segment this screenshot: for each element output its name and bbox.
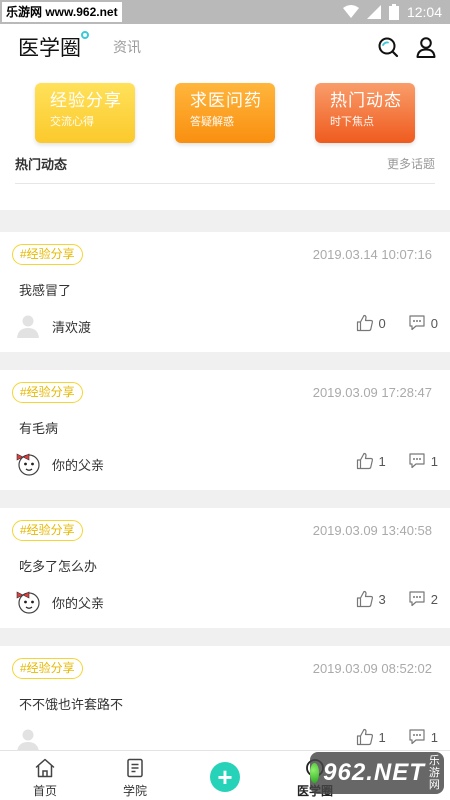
title-dot-icon	[81, 31, 89, 39]
signal-icon	[366, 5, 381, 19]
post-content: 我感冒了	[19, 283, 72, 298]
post-tag[interactable]: #经验分享	[12, 658, 83, 679]
status-bar: 乐游网 www.962.net 12:04	[0, 0, 450, 24]
comment-count: 1	[430, 729, 438, 745]
tab-news[interactable]: 资讯	[113, 37, 141, 57]
card-subtitle: 时下焦点	[330, 116, 374, 128]
post-stats: 1 1	[356, 452, 438, 470]
comment-icon[interactable]	[408, 452, 426, 470]
category-card-medical[interactable]: 求医问药 答疑解惑	[175, 83, 275, 143]
like-count: 0	[378, 315, 386, 331]
post-content: 有毛病	[19, 421, 59, 436]
comment-count: 2	[430, 591, 438, 607]
post-time: 2019.03.09 13:40:58	[312, 523, 432, 538]
cartoon-avatar-icon[interactable]	[15, 588, 41, 614]
post-tag[interactable]: #经验分享	[12, 244, 83, 265]
post-tag[interactable]: #经验分享	[12, 520, 83, 541]
comment-count: 1	[430, 453, 438, 469]
status-icons: 12:04	[342, 4, 442, 20]
nav-post-button[interactable]: +	[180, 751, 270, 800]
category-card-experience[interactable]: 经验分享 交流心得	[35, 83, 135, 143]
nav-home-label: 首页	[32, 784, 57, 798]
card-subtitle: 答疑解惑	[190, 116, 234, 128]
post-author[interactable]: 你的父亲	[52, 455, 104, 474]
wifi-icon	[342, 5, 359, 18]
plus-icon[interactable]: +	[210, 761, 240, 792]
comment-icon[interactable]	[408, 728, 426, 746]
search-icon[interactable]	[376, 35, 400, 59]
post-time: 2019.03.09 17:28:47	[312, 385, 432, 400]
nav-home[interactable]: 首页	[0, 751, 90, 800]
like-count: 3	[378, 591, 386, 607]
logo-text: 乐游网	[428, 755, 440, 791]
like-count: 1	[378, 453, 386, 469]
post-stats: 0 0	[356, 314, 438, 332]
logo-number: 962.NET	[323, 759, 425, 786]
thumbs-up-icon[interactable]	[356, 452, 374, 470]
comment-icon[interactable]	[408, 590, 426, 608]
post-list: #经验分享 2019.03.14 10:07:16 我感冒了 清欢渡 0 0 #…	[0, 232, 450, 750]
home-icon	[34, 757, 56, 779]
post-card[interactable]: #经验分享 2019.03.09 17:28:47 有毛病 你的父亲 1 1	[0, 370, 450, 490]
comment-icon[interactable]	[408, 314, 426, 332]
battery-icon	[388, 4, 399, 20]
main-content[interactable]: 经验分享 交流心得 求医问药 答疑解惑 热门动态 时下焦点 热门动态 更多话题 …	[0, 70, 450, 750]
card-title: 求医问药	[190, 91, 262, 110]
watermark-text: 乐游网 www.962.net	[2, 2, 122, 22]
nav-academy[interactable]: 学院	[90, 751, 180, 800]
post-card[interactable]: #经验分享 2019.03.09 13:40:58 吃多了怎么办 你的父亲 3 …	[0, 508, 450, 628]
card-subtitle: 交流心得	[50, 116, 94, 128]
post-stats: 1 1	[356, 728, 438, 746]
more-topics-link[interactable]: 更多话题	[387, 155, 435, 172]
section-title: 热门动态	[15, 157, 68, 172]
post-author[interactable]: 你的父亲	[52, 593, 104, 612]
nav-academy-label: 学院	[122, 784, 147, 798]
app-title[interactable]: 医学圈	[18, 31, 89, 62]
app-header: 医学圈 资讯	[0, 24, 450, 70]
status-time: 12:04	[406, 4, 442, 20]
comment-count: 0	[430, 315, 438, 331]
post-time: 2019.03.14 10:07:16	[312, 247, 432, 262]
thumbs-up-icon[interactable]	[356, 728, 374, 746]
card-title: 热门动态	[330, 91, 402, 110]
thumbs-up-icon[interactable]	[356, 314, 374, 332]
post-card[interactable]: #经验分享 2019.03.09 08:52:02 不不饿也许套路不 1 1	[0, 646, 450, 750]
card-title: 经验分享	[50, 91, 122, 110]
like-count: 1	[378, 729, 386, 745]
default-avatar-icon[interactable]	[15, 726, 41, 750]
post-card[interactable]: #经验分享 2019.03.14 10:07:16 我感冒了 清欢渡 0 0	[0, 232, 450, 352]
default-avatar-icon[interactable]	[15, 312, 41, 338]
logo-ball-icon	[310, 763, 320, 783]
post-author[interactable]: 清欢渡	[52, 317, 91, 336]
post-time: 2019.03.09 08:52:02	[312, 661, 432, 676]
bottom-nav: 首页 学院 + 医学圈 962.NET 乐游网	[0, 750, 450, 800]
watermark-logo: 962.NET 乐游网	[310, 752, 444, 794]
post-tag[interactable]: #经验分享	[12, 382, 83, 403]
category-card-hot[interactable]: 热门动态 时下焦点	[315, 83, 415, 143]
document-icon	[124, 757, 146, 779]
user-icon[interactable]	[414, 35, 438, 59]
post-content: 吃多了怎么办	[19, 559, 98, 574]
category-section: 经验分享 交流心得 求医问药 答疑解惑 热门动态 时下焦点 热门动态 更多话题	[0, 70, 450, 210]
section-header: 热门动态 更多话题	[15, 154, 435, 184]
cartoon-avatar-icon[interactable]	[15, 450, 41, 476]
thumbs-up-icon[interactable]	[356, 590, 374, 608]
post-stats: 3 2	[356, 590, 438, 608]
post-content: 不不饿也许套路不	[19, 697, 124, 712]
